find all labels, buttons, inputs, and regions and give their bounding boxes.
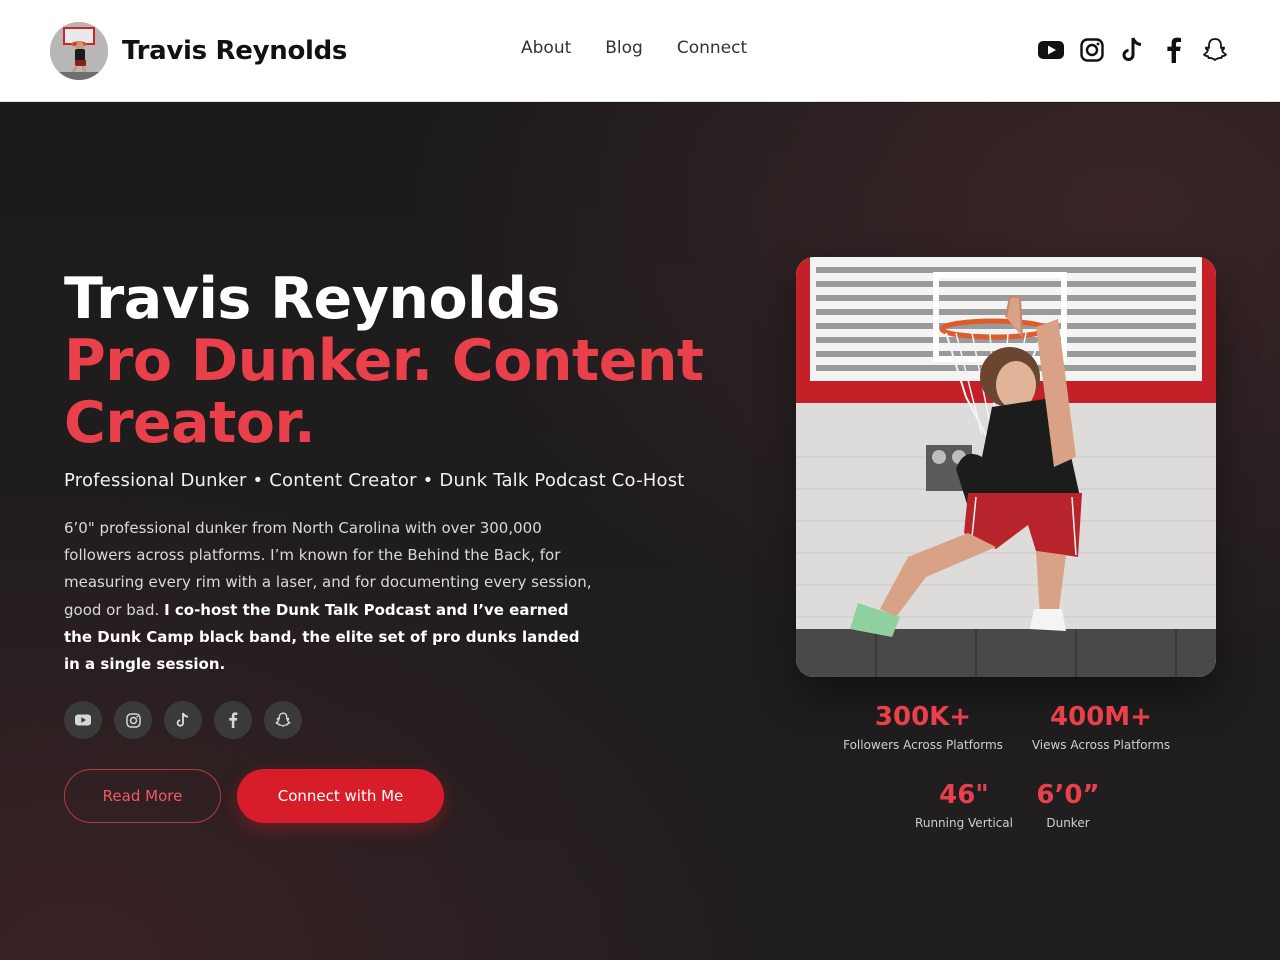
main-nav: About Blog Connect bbox=[521, 38, 747, 58]
site-header: Travis Reynolds About Blog Connect bbox=[0, 0, 1280, 102]
stat-value: 400M+ bbox=[1050, 702, 1152, 732]
stat-label: Followers Across Platforms bbox=[843, 738, 1003, 752]
hero-title: Travis Reynolds Pro Dunker. Content Crea… bbox=[64, 268, 724, 454]
avatar bbox=[50, 22, 108, 80]
stat-views: 400M+ Views Across Platforms bbox=[1025, 702, 1177, 752]
instagram-icon[interactable] bbox=[1079, 37, 1105, 63]
stat-vertical: 46" Running Vertical bbox=[908, 780, 1020, 830]
header-social-links bbox=[1038, 37, 1228, 63]
facebook-icon[interactable] bbox=[1161, 37, 1187, 63]
snapchat-icon[interactable] bbox=[264, 701, 302, 739]
nav-blog[interactable]: Blog bbox=[605, 38, 643, 58]
stat-value: 46" bbox=[939, 780, 989, 810]
brand[interactable]: Travis Reynolds bbox=[50, 22, 347, 80]
stat-label: Running Vertical bbox=[915, 816, 1013, 830]
youtube-icon[interactable] bbox=[64, 701, 102, 739]
stat-label: Dunker bbox=[1046, 816, 1090, 830]
instagram-icon[interactable] bbox=[114, 701, 152, 739]
nav-connect[interactable]: Connect bbox=[677, 38, 747, 58]
connect-with-me-button[interactable]: Connect with Me bbox=[237, 769, 444, 823]
hero-subtitle: Professional Dunker • Content Creator • … bbox=[64, 470, 685, 491]
tiktok-icon[interactable] bbox=[1120, 37, 1146, 63]
stat-label: Views Across Platforms bbox=[1031, 738, 1171, 752]
hero-headline: Pro Dunker. Content Creator. bbox=[64, 328, 704, 456]
facebook-icon[interactable] bbox=[214, 701, 252, 739]
stat-value: 6’0” bbox=[1036, 780, 1100, 810]
stat-followers: 300K+ Followers Across Platforms bbox=[841, 702, 1005, 752]
stat-value: 300K+ bbox=[874, 702, 972, 732]
hero-social-links bbox=[64, 701, 302, 739]
brand-name: Travis Reynolds bbox=[122, 36, 348, 66]
hero-photo bbox=[796, 257, 1216, 677]
stat-height: 6’0” Dunker bbox=[1030, 780, 1106, 830]
hero-name: Travis Reynolds bbox=[64, 266, 560, 332]
read-more-button[interactable]: Read More bbox=[64, 769, 221, 823]
tiktok-icon[interactable] bbox=[164, 701, 202, 739]
youtube-icon[interactable] bbox=[1038, 37, 1064, 63]
nav-about[interactable]: About bbox=[521, 38, 571, 58]
snapchat-icon[interactable] bbox=[1202, 37, 1228, 63]
hero-bio: 6’0" professional dunker from North Caro… bbox=[64, 515, 594, 678]
